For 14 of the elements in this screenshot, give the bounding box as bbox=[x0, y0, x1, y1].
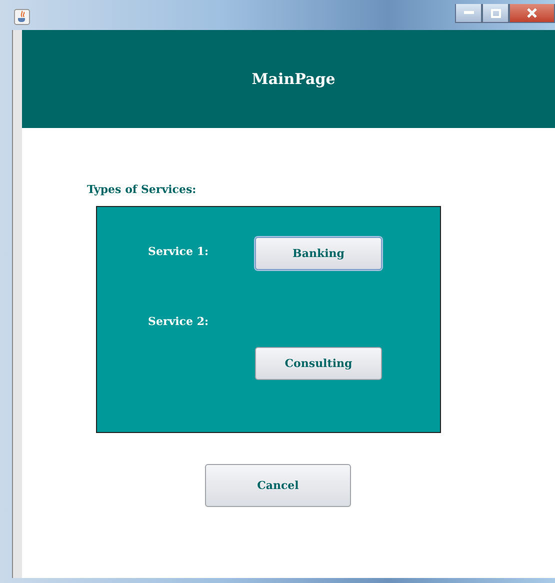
minimize-icon bbox=[464, 11, 474, 15]
close-icon bbox=[527, 8, 537, 18]
section-label: Types of Services: bbox=[87, 183, 198, 196]
java-cup-icon bbox=[14, 9, 30, 25]
service-label: Service 2: bbox=[148, 315, 210, 328]
maximize-button[interactable] bbox=[482, 4, 509, 23]
service-button[interactable]: Consulting bbox=[255, 347, 382, 380]
service-button[interactable]: Banking bbox=[255, 237, 382, 270]
close-button[interactable] bbox=[509, 4, 555, 23]
service-label: Service 1: bbox=[148, 245, 210, 258]
page-title: MainPage bbox=[252, 70, 336, 88]
maximize-icon bbox=[490, 8, 500, 18]
minimize-button[interactable] bbox=[455, 4, 482, 23]
cancel-button[interactable]: Cancel bbox=[205, 464, 351, 507]
